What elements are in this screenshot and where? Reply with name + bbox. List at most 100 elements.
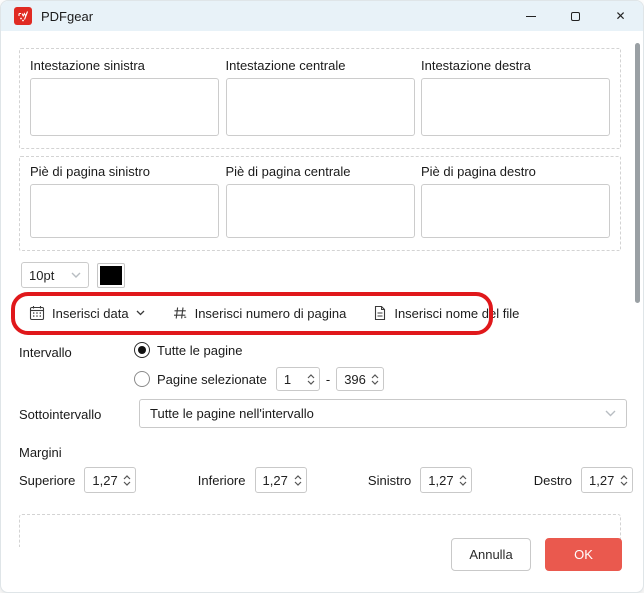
footer-center-input[interactable] — [225, 184, 415, 238]
page-from-spinner[interactable]: 1 — [275, 367, 320, 391]
chevron-down-icon[interactable] — [123, 481, 131, 486]
chevron-down-icon[interactable] — [459, 481, 467, 486]
footer-left-field: Piè di pagina sinistro — [30, 164, 219, 238]
subinterval-value: Tutte le pagine nell'intervallo — [150, 406, 314, 421]
insert-date-label: Inserisci data — [52, 305, 129, 321]
margin-right-label: Destro — [533, 472, 572, 488]
page-number-icon — [173, 307, 186, 319]
option-selected-pages[interactable]: Pagine selezionate 1 - 396 — [134, 367, 385, 391]
header-right-field: Intestazione destra — [421, 58, 610, 136]
header-left-label: Intestazione sinistra — [30, 58, 145, 73]
pdfgear-dialog: PDFgear ✕ Intestazione sinistra Intestaz… — [0, 0, 644, 593]
scrollbar-thumb[interactable] — [635, 43, 640, 303]
window-controls: ✕ — [508, 1, 643, 31]
insert-date-button[interactable]: Inserisci data — [29, 305, 145, 321]
titlebar: PDFgear ✕ — [1, 1, 643, 31]
margins-title: Margini — [19, 445, 62, 460]
font-color-picker[interactable] — [97, 263, 125, 288]
margin-left-field: Sinistro 1,27 — [367, 467, 473, 493]
chevron-down-icon — [605, 410, 616, 417]
maximize-button[interactable] — [553, 1, 598, 31]
chevron-up-icon[interactable] — [123, 474, 131, 480]
pdfgear-logo — [14, 7, 32, 25]
margin-left-value: 1,27 — [428, 472, 454, 488]
chevron-down-icon[interactable] — [294, 481, 302, 486]
chevron-up-icon[interactable] — [294, 474, 302, 480]
margin-top-field: Superiore 1,27 — [19, 467, 137, 493]
header-left-field: Intestazione sinistra — [30, 58, 219, 136]
maximize-icon — [571, 11, 580, 21]
ok-button[interactable]: OK — [545, 538, 622, 571]
interval-label: Intervallo — [19, 345, 72, 360]
font-size-value: 10pt — [29, 267, 55, 283]
font-color-chip — [100, 266, 122, 285]
insert-page-number-button[interactable]: Inserisci numero di pagina — [172, 305, 347, 321]
close-icon: ✕ — [615, 9, 626, 23]
chevron-down-icon[interactable] — [307, 380, 315, 385]
cancel-button[interactable]: Annulla — [451, 538, 531, 571]
footer-right-input[interactable] — [421, 184, 610, 238]
margin-right-field: Destro 1,27 — [534, 467, 633, 493]
insert-file-name-label: Inserisci nome del file — [394, 305, 520, 321]
insert-toolbar: Inserisci data Inserisci numero di pagin… — [29, 302, 519, 324]
footer-left-label: Piè di pagina sinistro — [30, 164, 150, 179]
margin-right-spinner[interactable]: 1,27 — [581, 467, 633, 493]
header-right-input[interactable] — [421, 78, 610, 136]
chevron-down-icon — [136, 310, 145, 316]
window-title: PDFgear — [41, 8, 94, 24]
margin-left-label: Sinistro — [367, 472, 412, 488]
chevron-down-icon[interactable] — [620, 481, 628, 486]
radio-selected-pages-label: Pagine selezionate — [157, 371, 267, 387]
spinner-arrows — [294, 474, 302, 486]
header-center-field: Intestazione centrale — [225, 58, 415, 136]
chevron-down-icon[interactable] — [371, 380, 379, 385]
footer-right-field: Piè di pagina destro — [421, 164, 610, 238]
radio-all-pages-label: Tutte le pagine — [157, 342, 243, 358]
margin-bottom-spinner[interactable]: 1,27 — [254, 467, 307, 493]
footer-center-field: Piè di pagina centrale — [225, 164, 415, 238]
minimize-icon — [525, 15, 536, 17]
footer-left-input[interactable] — [30, 184, 219, 238]
insert-page-number-label: Inserisci numero di pagina — [194, 305, 347, 321]
spinner-arrows — [123, 474, 131, 486]
chevron-down-icon — [71, 272, 81, 278]
margins-row: Superiore 1,27 Inferiore 1,27 Sinistro 1… — [19, 467, 633, 493]
margin-bottom-value: 1,27 — [262, 472, 288, 488]
header-left-input[interactable] — [30, 78, 219, 136]
margin-left-spinner[interactable]: 1,27 — [420, 467, 473, 493]
radio-selected-pages[interactable] — [134, 371, 150, 387]
header-right-label: Intestazione destra — [421, 58, 531, 73]
header-center-input[interactable] — [225, 78, 415, 136]
spinner-arrows — [459, 474, 467, 486]
margin-top-spinner[interactable]: 1,27 — [84, 467, 137, 493]
radio-all-pages[interactable] — [134, 342, 150, 358]
spinner-arrows — [307, 373, 315, 385]
subinterval-label: Sottointervallo — [19, 407, 102, 422]
close-button[interactable]: ✕ — [598, 1, 643, 31]
margin-top-label: Superiore — [19, 472, 76, 488]
page-to-value: 396 — [344, 371, 366, 387]
chevron-up-icon[interactable] — [620, 474, 628, 480]
margin-right-value: 1,27 — [589, 472, 615, 488]
insert-file-name-button[interactable]: Inserisci nome del file — [373, 305, 519, 321]
font-size-select[interactable]: 10pt — [21, 262, 89, 288]
chevron-up-icon[interactable] — [371, 373, 379, 379]
range-separator: - — [325, 371, 331, 387]
chevron-up-icon[interactable] — [307, 373, 315, 379]
header-center-label: Intestazione centrale — [225, 58, 346, 73]
spinner-arrows — [371, 373, 379, 385]
page-from-value: 1 — [283, 371, 292, 387]
footer-fields-group: Piè di pagina sinistro Piè di pagina cen… — [19, 156, 621, 251]
chevron-up-icon[interactable] — [459, 474, 467, 480]
file-name-icon — [375, 305, 386, 321]
subinterval-select[interactable]: Tutte le pagine nell'intervallo — [139, 399, 627, 428]
option-all-pages[interactable]: Tutte le pagine — [134, 342, 243, 358]
minimize-button[interactable] — [508, 1, 553, 31]
footer-center-label: Piè di pagina centrale — [225, 164, 351, 179]
page-to-spinner[interactable]: 396 — [336, 367, 385, 391]
margin-bottom-label: Inferiore — [197, 472, 246, 488]
margin-bottom-field: Inferiore 1,27 — [198, 467, 307, 493]
dialog-actions: Annulla OK — [451, 538, 622, 571]
spinner-arrows — [620, 474, 628, 486]
header-fields-group: Intestazione sinistra Intestazione centr… — [19, 48, 621, 149]
